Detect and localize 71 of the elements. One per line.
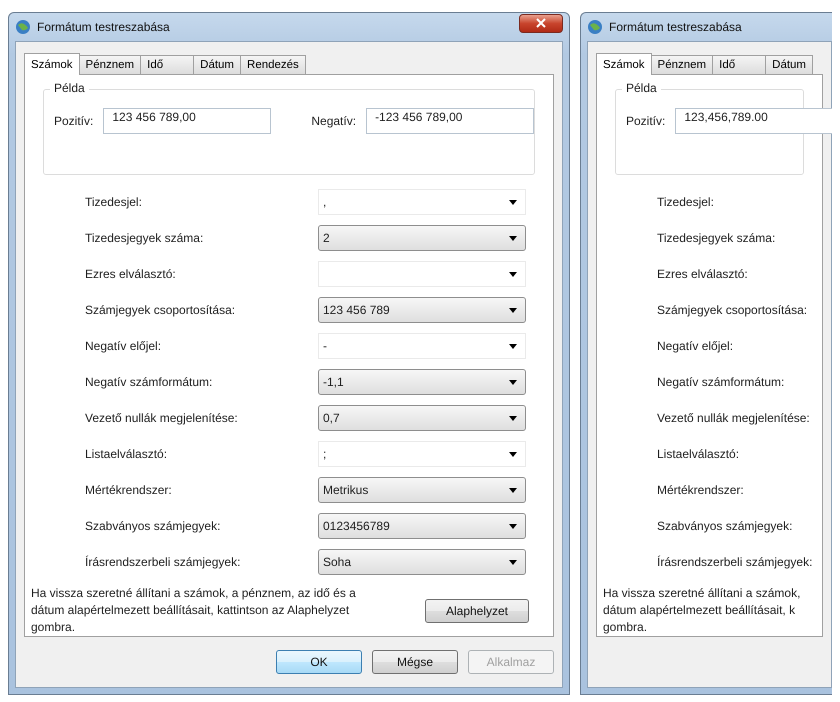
tab[interactable]: Rendezés [240, 55, 306, 74]
setting-label: Írásrendszerbeli számjegyek: [85, 555, 242, 569]
dropdown[interactable]: - [318, 333, 526, 359]
close-icon [536, 18, 546, 28]
setting-label: Negatív számformátum: [657, 375, 786, 389]
setting-label: Tizedesjel: [657, 195, 715, 209]
caret-icon [509, 272, 517, 276]
group-title: Példa [622, 81, 661, 95]
field-label: Pozitív: [54, 114, 94, 128]
setting-label: Listaelválasztó: [657, 447, 740, 461]
group-title: Példa [50, 81, 89, 95]
dropdown[interactable]: -1,1 [318, 369, 526, 395]
setting-label: Számjegyek csoportosítása: [657, 303, 808, 317]
window-title: Formátum testreszabása [609, 20, 743, 34]
tab[interactable]: Pénznem [78, 55, 142, 74]
caret-icon [509, 488, 517, 492]
reset-button[interactable]: Alaphelyzet [425, 598, 529, 622]
dropdown[interactable]: , [318, 189, 526, 215]
caret-icon [509, 344, 517, 348]
tab[interactable]: Pénznem [650, 55, 714, 74]
caret-icon [509, 560, 517, 564]
setting-label: Szabványos számjegyek: [657, 519, 794, 533]
dropdown[interactable]: 0,7 [318, 405, 526, 431]
setting-label: Tizedesjegyek száma: [657, 231, 776, 245]
setting-label: Listaelválasztó: [85, 447, 168, 461]
dropdown[interactable]: ; [318, 441, 526, 467]
setting-label: Vezető nullák megjelenítése: [657, 411, 810, 425]
setting-label: Mértékrendszer: [85, 483, 173, 497]
dialog-button[interactable]: OK [276, 650, 362, 674]
globe-icon [587, 19, 603, 35]
field-label: Negatív: [311, 114, 356, 128]
setting-label: Ezres elválasztó: [657, 267, 749, 281]
dropdown[interactable]: Soha [318, 549, 526, 575]
setting-label: Számjegyek csoportosítása: [85, 303, 236, 317]
example-field[interactable]: 123 456 789,00 [103, 108, 272, 134]
reset-description: Ha vissza szeretné állítani a számok, a pénznem, az idő és a dátum alapértelmezett beállításait, kattintson az Alaphelyzet gombra. [31, 585, 357, 636]
dialog-button[interactable]: Mégse [372, 650, 458, 674]
tab[interactable]: Idő [140, 55, 194, 74]
caret-icon [509, 200, 517, 204]
dropdown[interactable]: 0123456789 [318, 513, 526, 539]
caret-icon [509, 380, 517, 384]
tab[interactable]: Számok [24, 53, 80, 75]
dropdown[interactable]: 2 [318, 225, 526, 251]
setting-label: Szabványos számjegyek: [85, 519, 222, 533]
setting-label: Negatív előjel: [657, 339, 734, 353]
setting-label: Írásrendszerbeli számjegyek: [657, 555, 812, 569]
field-label: Pozitív: [626, 114, 666, 128]
reset-description: Ha vissza szeretné állítani a számok, dátum alapértelmezett beállításait, k gombra. [603, 585, 802, 636]
setting-label: Negatív előjel: [85, 339, 162, 353]
caret-icon [509, 452, 517, 456]
dropdown[interactable]: 123 456 789 [318, 297, 526, 323]
setting-label: Tizedesjegyek száma: [85, 231, 204, 245]
globe-icon [15, 19, 31, 35]
tab[interactable]: Idő [712, 55, 766, 74]
setting-label: Vezető nullák megjelenítése: [85, 411, 239, 425]
dropdown[interactable]: Metrikus [318, 477, 526, 503]
setting-label: Tizedesjel: [85, 195, 143, 209]
caret-icon [509, 308, 517, 312]
caret-icon [509, 416, 517, 420]
window-title: Formátum testreszabása [37, 20, 171, 34]
close-button[interactable] [519, 14, 563, 32]
setting-label: Negatív számformátum: [85, 375, 214, 389]
example-field[interactable]: 123,456,789.00 [675, 108, 832, 134]
setting-label: Ezres elválasztó: [85, 267, 177, 281]
tab[interactable]: Dátum [193, 55, 242, 74]
tab[interactable]: Számok [596, 53, 652, 75]
caret-icon [509, 524, 517, 528]
example-field[interactable]: -123 456 789,00 [366, 108, 534, 134]
caret-icon [509, 236, 517, 240]
setting-label: Mértékrendszer: [657, 483, 745, 497]
tab[interactable]: Dátum [765, 55, 814, 74]
